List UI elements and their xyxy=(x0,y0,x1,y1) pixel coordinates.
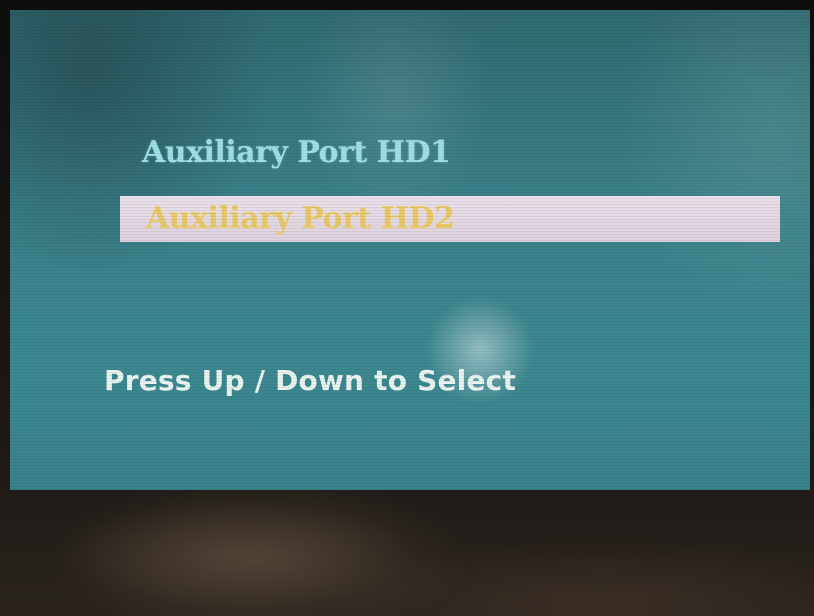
menu-item-auxiliary-port-hd1[interactable]: Auxiliary Port HD1 xyxy=(120,130,451,176)
menu-item-auxiliary-port-hd2-selected[interactable]: Auxiliary Port HD2 xyxy=(120,196,780,242)
screen-scanlines xyxy=(10,10,810,490)
bezel-reflection xyxy=(60,500,420,610)
monitor-photo: Auxiliary Port HD1 Auxiliary Port HD2 Pr… xyxy=(0,0,814,616)
osd-screen: Auxiliary Port HD1 Auxiliary Port HD2 Pr… xyxy=(10,10,810,490)
navigation-hint: Press Up / Down to Select xyxy=(104,364,517,397)
